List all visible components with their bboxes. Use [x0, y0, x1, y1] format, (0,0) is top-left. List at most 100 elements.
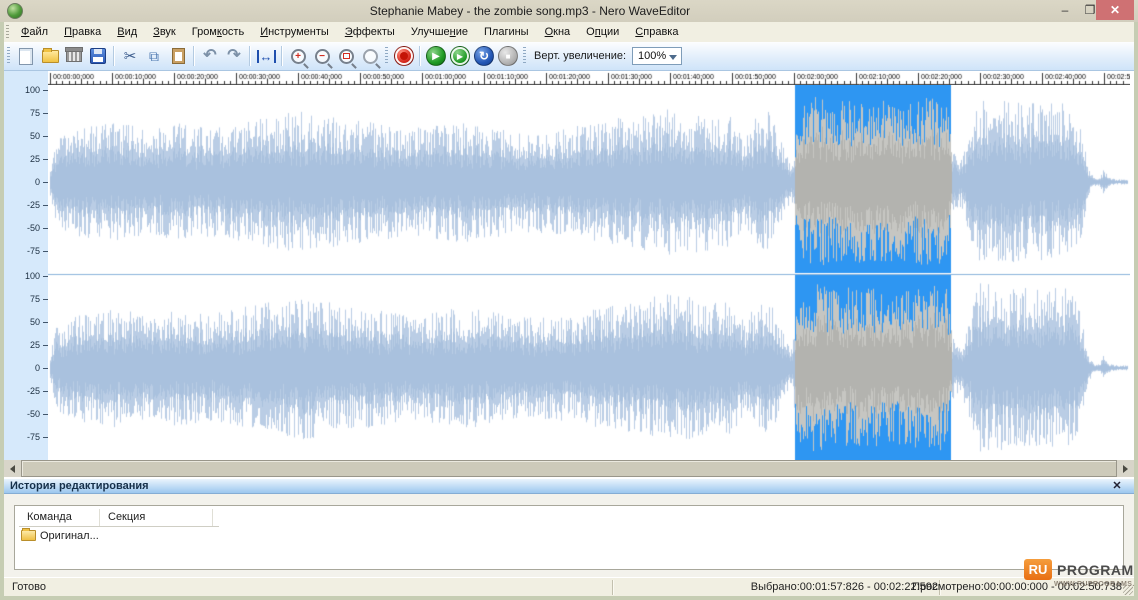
zoom-out-button[interactable]: − — [310, 44, 334, 68]
menu-item-volume[interactable]: Громкость — [184, 22, 252, 42]
paste-button[interactable] — [166, 44, 190, 68]
cut-button[interactable]: ✂ — [118, 44, 142, 68]
copy-button[interactable]: ⧉ — [142, 44, 166, 68]
zoom-custom-button[interactable] — [358, 44, 382, 68]
db-tick-label: -75 — [27, 246, 40, 256]
open-file-icon — [42, 50, 59, 63]
play-button[interactable]: ▶ — [424, 44, 448, 68]
undo-button[interactable]: ↶ — [198, 44, 222, 68]
open-file-button[interactable] — [38, 44, 62, 68]
stop-icon: ■ — [498, 46, 518, 66]
db-tick-label: 100 — [25, 271, 40, 281]
fit-to-window-button[interactable]: ↔ — [254, 44, 278, 68]
play-selection-button[interactable]: ▶ — [448, 44, 472, 68]
db-tick-label: 25 — [30, 340, 40, 350]
db-tick-label: 75 — [30, 294, 40, 304]
zoom-in-button[interactable]: + — [286, 44, 310, 68]
history-column-header-0[interactable]: Команда — [19, 509, 100, 526]
toolbar-grip[interactable] — [523, 47, 526, 65]
title-bar[interactable]: Stephanie Mabey - the zombie song.mp3 - … — [0, 0, 1138, 22]
menu-bar: ФайлПравкаВидЗвукГромкостьИнструментыЭфф… — [4, 22, 1134, 42]
db-tick-label: 50 — [30, 131, 40, 141]
left-arrow-icon — [10, 465, 15, 473]
toolbar-separator — [113, 46, 115, 66]
menu-item-file[interactable]: Файл — [13, 22, 56, 42]
db-tick-label: 0 — [35, 177, 40, 187]
db-tick-label: 100 — [25, 85, 40, 95]
app-window: Stephanie Mabey - the zombie song.mp3 - … — [0, 0, 1138, 600]
history-close-icon[interactable]: ✕ — [1110, 479, 1124, 492]
status-selected-range: Выбрано:00:01:57:826 - 00:02:22:592 — [751, 578, 938, 597]
menu-item-effects[interactable]: Эффекты — [337, 22, 403, 42]
waveform-canvas[interactable] — [48, 85, 1130, 460]
history-row-label: Оригинал... — [40, 530, 99, 542]
audio-library-button[interactable] — [62, 44, 86, 68]
menu-item-options[interactable]: Опции — [578, 22, 627, 42]
db-tick-label: -25 — [27, 386, 40, 396]
toolbar: ✂⧉↶↷↔+−▶▶↻■Верт. увеличение:100% — [4, 42, 1134, 71]
history-row[interactable]: Оригинал... — [19, 528, 99, 543]
toolbar-separator — [419, 46, 421, 66]
zoom-custom-icon — [363, 49, 378, 64]
chevron-down-icon — [669, 55, 677, 60]
undo-icon: ↶ — [203, 48, 216, 64]
db-tick-label: 75 — [30, 108, 40, 118]
fit-to-window-icon: ↔ — [257, 50, 276, 63]
record-button[interactable] — [392, 44, 416, 68]
menu-item-enhancement[interactable]: Улучшение — [403, 22, 476, 42]
window-border — [0, 596, 1138, 600]
window-title: Stephanie Mabey - the zombie song.mp3 - … — [0, 0, 1060, 22]
record-icon — [394, 46, 414, 66]
resize-grip[interactable] — [1123, 585, 1133, 595]
db-tick-label: -50 — [27, 223, 40, 233]
toolbar-separator — [281, 46, 283, 66]
status-viewed-range: Просмотрено:00:00:00:000 - 00:02:50:738 — [912, 578, 1122, 597]
toolbar-separator — [249, 46, 251, 66]
menubar-grip[interactable] — [6, 25, 9, 39]
vertical-zoom-combobox[interactable]: 100% — [632, 47, 682, 65]
menu-item-help[interactable]: Справка — [627, 22, 686, 42]
scroll-right-button[interactable] — [1117, 460, 1134, 477]
play-selection-icon: ▶ — [450, 46, 470, 66]
history-column-headers: КомандаСекция — [19, 509, 219, 527]
db-tick-label: 50 — [30, 317, 40, 327]
loop-playback-icon: ↻ — [474, 46, 494, 66]
audio-library-icon — [66, 50, 82, 62]
toolbar-grip[interactable] — [385, 47, 388, 65]
history-column-header-1[interactable]: Секция — [100, 509, 213, 526]
redo-button[interactable]: ↷ — [222, 44, 246, 68]
stop-button[interactable]: ■ — [496, 44, 520, 68]
toolbar-group: ✂ ⧉ ↶ ↷ ↔ +− — [4, 43, 382, 69]
new-file-icon — [19, 48, 33, 65]
menu-item-tools[interactable]: Инструменты — [252, 22, 337, 42]
menu-item-edit[interactable]: Правка — [56, 22, 109, 42]
cut-icon: ✂ — [124, 49, 137, 64]
vertical-zoom-control: Верт. увеличение: 100% — [520, 47, 682, 65]
zoom-selection-icon — [339, 49, 354, 64]
vertical-zoom-value: 100% — [638, 50, 666, 62]
horizontal-scrollbar[interactable] — [4, 460, 1134, 477]
menu-item-windows[interactable]: Окна — [537, 22, 579, 42]
paste-icon — [172, 48, 185, 64]
zoom-selection-button[interactable] — [334, 44, 358, 68]
vertical-zoom-label: Верт. увеличение: — [534, 50, 626, 62]
menu-item-view[interactable]: Вид — [109, 22, 145, 42]
history-panel-title: История редактирования — [10, 480, 149, 492]
minimize-button[interactable]: – — [1052, 0, 1078, 20]
toolbar-grip[interactable] — [7, 47, 10, 65]
history-panel-header: История редактирования ✕ — [4, 478, 1134, 494]
db-tick-label: -75 — [27, 432, 40, 442]
close-button[interactable]: ✕ — [1096, 0, 1134, 20]
menu-item-plugins[interactable]: Плагины — [476, 22, 537, 42]
save-button[interactable] — [86, 44, 110, 68]
timeline-ruler[interactable] — [48, 71, 1130, 85]
scroll-left-button[interactable] — [4, 460, 21, 477]
new-file-button[interactable] — [14, 44, 38, 68]
loop-playback-button[interactable]: ↻ — [472, 44, 496, 68]
scroll-thumb[interactable] — [21, 460, 1117, 477]
history-listbox[interactable]: КомандаСекция Оригинал... — [14, 505, 1124, 570]
db-tick-label: 0 — [35, 363, 40, 373]
menu-item-audio[interactable]: Звук — [145, 22, 184, 42]
status-separator — [612, 580, 614, 595]
db-tick-label: -25 — [27, 200, 40, 210]
